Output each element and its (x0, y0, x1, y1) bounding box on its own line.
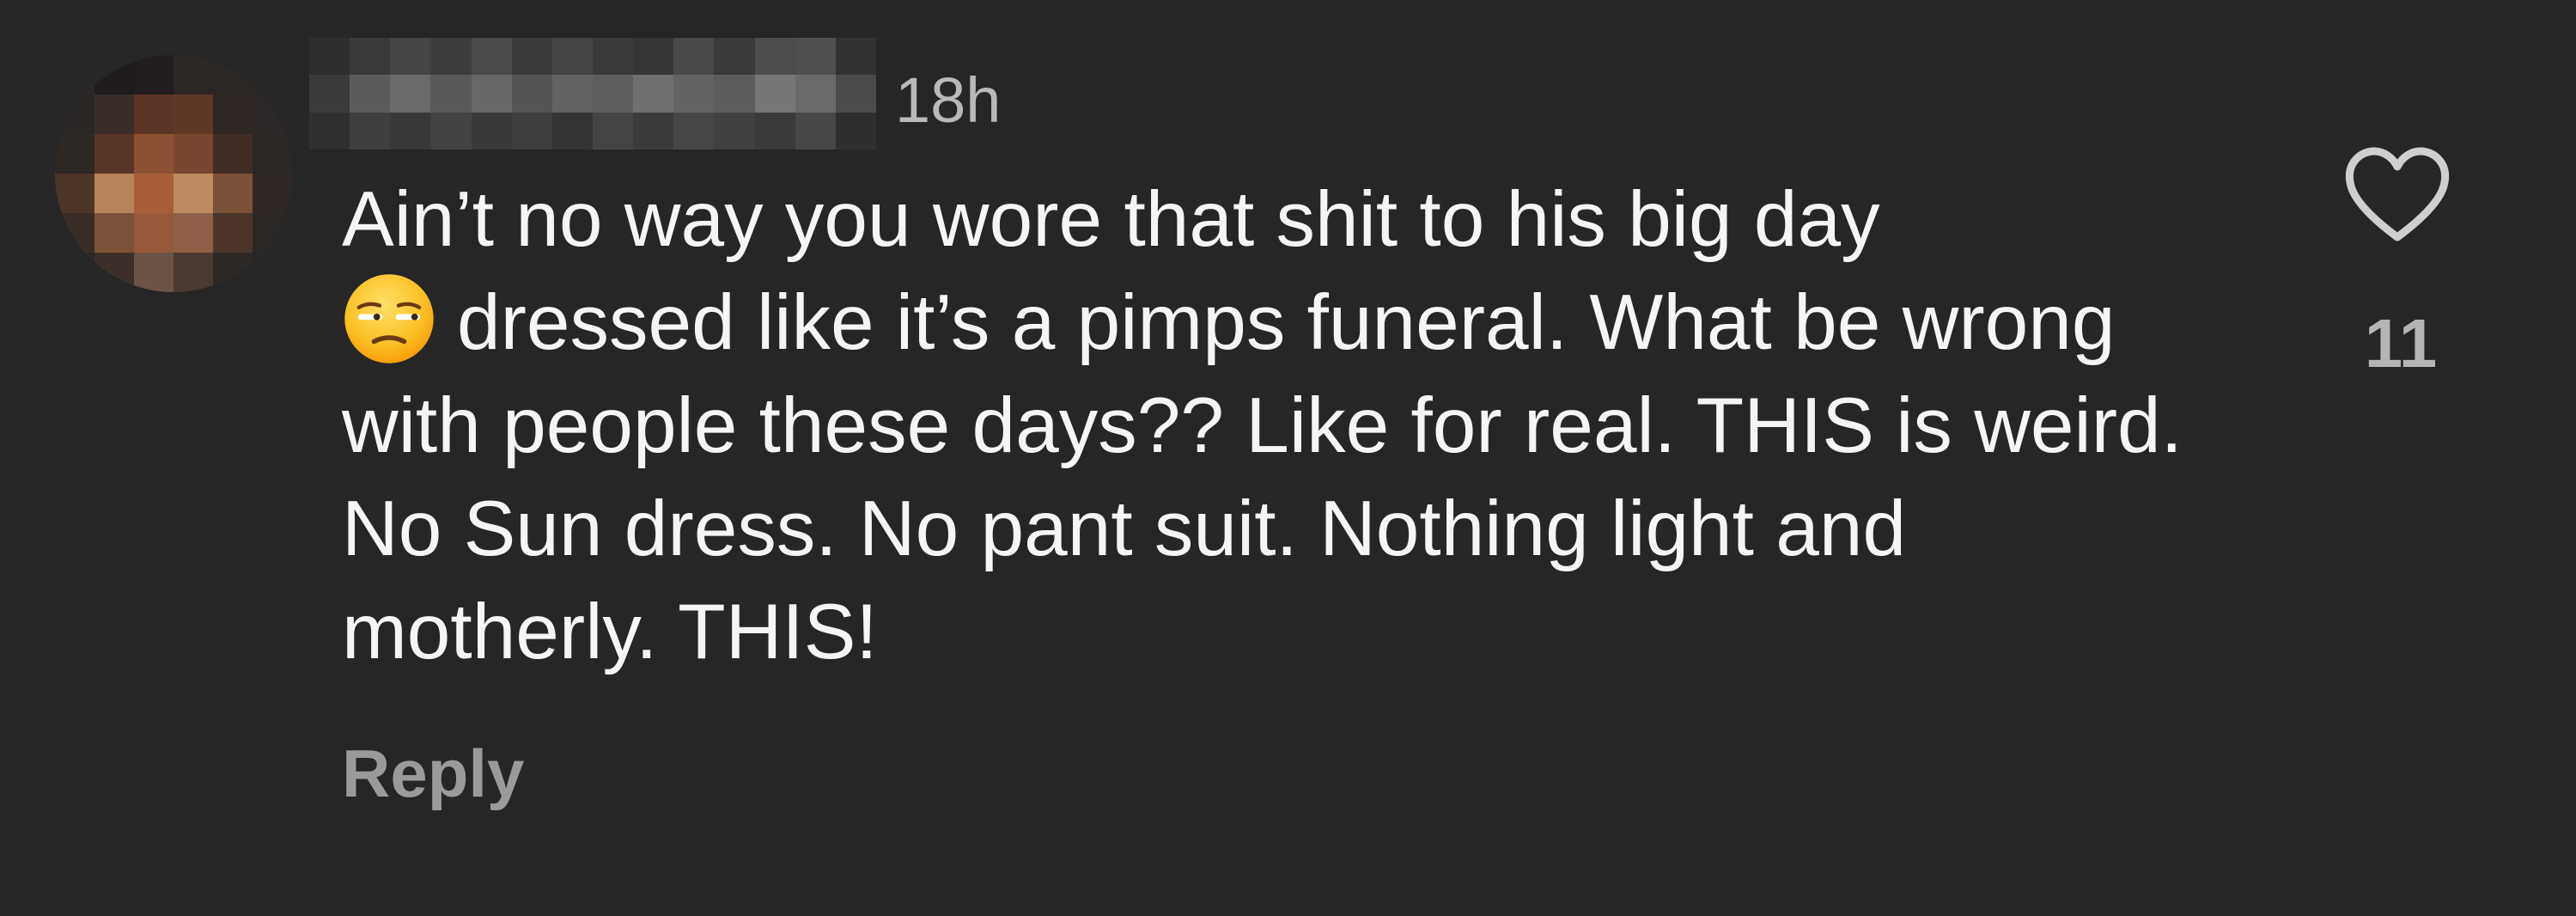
unamused-face-icon (344, 274, 434, 363)
comment-timestamp: 18h (895, 64, 1002, 136)
like-count: 11 (2364, 305, 2438, 382)
heart-outline-icon[interactable] (2342, 144, 2453, 247)
comment-text: Ain’t no way you wore that shit to his b… (342, 168, 2232, 684)
reply-button[interactable]: Reply (342, 730, 524, 816)
comment-text-rest: dressed like it’s a pimps funeral. What … (342, 279, 2183, 675)
comment-text-line-1: Ain’t no way you wore that shit to his b… (342, 176, 1880, 263)
comment-item: 18h Ain’t no way you wore that shit to h… (0, 0, 2576, 916)
avatar[interactable] (55, 55, 292, 292)
username-redacted[interactable] (309, 38, 876, 150)
